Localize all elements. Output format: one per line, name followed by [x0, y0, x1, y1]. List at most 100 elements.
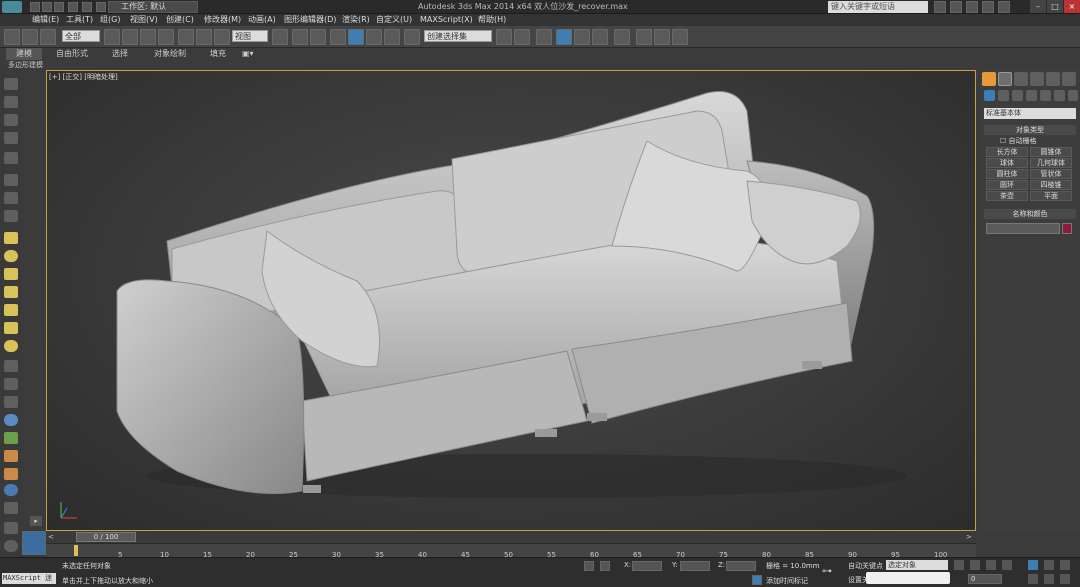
help-icon[interactable]	[998, 1, 1010, 13]
pan-icon[interactable]	[1028, 574, 1038, 584]
search-input[interactable]: 键入关键字或短语	[828, 1, 928, 13]
reference-coord-dropdown[interactable]: 视图	[232, 30, 268, 42]
geosphere-button[interactable]: 几何球体	[1030, 158, 1072, 168]
cone-button[interactable]: 圆锥体	[1030, 147, 1072, 157]
lights-icon[interactable]	[1012, 90, 1023, 101]
bone-icon[interactable]	[4, 396, 18, 408]
spacewarps-icon[interactable]	[1054, 90, 1065, 101]
percent-snap-icon[interactable]	[366, 29, 382, 45]
pivot-center-icon[interactable]	[272, 29, 288, 45]
utilities-tab-icon[interactable]	[1062, 72, 1076, 86]
close-button[interactable]: ×	[1064, 0, 1080, 13]
app-logo-icon[interactable]	[2, 1, 22, 13]
perspective-viewport[interactable]: [+] [正交] [明暗处理]	[46, 70, 976, 531]
auto-key-button[interactable]: 自动关键点	[848, 561, 883, 571]
mirror-icon[interactable]	[496, 29, 512, 45]
cylinder-button[interactable]: 圆柱体	[986, 169, 1028, 179]
window-crossing-icon[interactable]	[158, 29, 174, 45]
named-selection-dropdown[interactable]: 创建选择集	[424, 30, 492, 42]
maximize-button[interactable]: □	[1047, 0, 1063, 13]
menu-create[interactable]: 创建(C)	[166, 14, 194, 26]
next-frame-icon[interactable]	[1002, 560, 1012, 570]
ribbon-tab-selection[interactable]: 选择	[112, 48, 128, 60]
category-dropdown[interactable]: 标准基本体	[984, 108, 1076, 119]
menu-views[interactable]: 视图(V)	[130, 14, 158, 26]
time-tag-icon[interactable]	[752, 575, 762, 585]
teapot-icon[interactable]	[4, 484, 18, 496]
shapes-icon[interactable]	[998, 90, 1009, 101]
biped-icon[interactable]	[4, 450, 18, 462]
zoom-all-icon[interactable]	[1044, 560, 1054, 570]
rotate-icon[interactable]	[196, 29, 212, 45]
container-icon[interactable]	[4, 78, 18, 90]
favorites-icon[interactable]	[982, 1, 994, 13]
settings-icon[interactable]	[4, 522, 18, 534]
cameras-icon[interactable]	[1026, 90, 1037, 101]
workspace-dropdown[interactable]: 工作区: 默认	[108, 1, 198, 13]
menu-customize[interactable]: 自定义(U)	[376, 14, 412, 26]
material-editor-icon[interactable]	[614, 29, 630, 45]
menu-rendering[interactable]: 渲染(R)	[342, 14, 370, 26]
modify-tab-icon[interactable]	[998, 72, 1012, 86]
ime-toolbar[interactable]	[866, 572, 950, 584]
torus-icon[interactable]	[4, 286, 18, 298]
object-name-input[interactable]	[986, 223, 1060, 234]
ribbon-options-icon[interactable]: ▣▾	[242, 48, 254, 60]
time-slider-thumb[interactable]: 0 / 100	[76, 532, 136, 542]
render-setup-icon[interactable]	[636, 29, 652, 45]
create-tab-icon[interactable]	[982, 72, 996, 86]
ribbon-sub-label[interactable]: 多边形建模	[8, 60, 43, 70]
schematic-view-icon[interactable]	[592, 29, 608, 45]
geosphere-icon[interactable]	[4, 322, 18, 334]
object-color-swatch[interactable]	[1062, 223, 1072, 234]
zoom-extents-icon[interactable]	[1060, 560, 1070, 570]
spinner-snap-icon[interactable]	[384, 29, 400, 45]
torus-button[interactable]: 圆环	[986, 180, 1028, 190]
lock-icon[interactable]	[584, 561, 594, 571]
undo-icon[interactable]	[68, 2, 78, 12]
ribbon-tab-modeling[interactable]: 建模	[6, 48, 42, 60]
explorer-icon[interactable]	[4, 96, 18, 108]
menu-maxscript[interactable]: MAXScript(X)	[420, 14, 473, 26]
edit-named-sets-icon[interactable]	[404, 29, 420, 45]
system-icon[interactable]	[4, 210, 18, 222]
helpers-icon[interactable]	[1040, 90, 1051, 101]
object-type-rollout[interactable]: 对象类型	[984, 125, 1076, 135]
grid-icon[interactable]	[4, 132, 18, 144]
ribbon-tab-object-paint[interactable]: 对象绘制	[154, 48, 186, 60]
box-button[interactable]: 长方体	[986, 147, 1028, 157]
select-manipulate-icon[interactable]	[292, 29, 308, 45]
prev-frame-icon[interactable]	[970, 560, 980, 570]
layer-manager-icon[interactable]	[536, 29, 552, 45]
add-time-tag-button[interactable]: 添加时间标记	[766, 576, 808, 586]
name-color-rollout[interactable]: 名称和颜色	[984, 209, 1076, 219]
menu-graph-editors[interactable]: 图形编辑器(D)	[284, 14, 336, 26]
key-filter-dropdown[interactable]: 选定对象	[886, 560, 948, 570]
plane-button[interactable]: 平面	[1030, 191, 1072, 201]
globe-icon[interactable]	[4, 414, 18, 426]
search-icon[interactable]	[934, 1, 946, 13]
tube-icon[interactable]	[4, 340, 18, 352]
layer-explorer-icon[interactable]	[4, 114, 18, 126]
select-object-icon[interactable]	[104, 29, 120, 45]
keyboard-shortcut-icon[interactable]	[310, 29, 326, 45]
angle-snap-icon[interactable]	[348, 29, 364, 45]
sphere-button[interactable]: 球体	[986, 158, 1028, 168]
save-file-icon[interactable]	[54, 2, 64, 12]
teapot-button[interactable]: 茶壶	[986, 191, 1028, 201]
maxscript-listener-input[interactable]: MAXScript 迷	[2, 573, 56, 584]
curve-editor-icon[interactable]	[574, 29, 590, 45]
scale-icon[interactable]	[214, 29, 230, 45]
menu-group[interactable]: 组(G)	[100, 14, 120, 26]
open-file-icon[interactable]	[42, 2, 52, 12]
foliage-icon[interactable]	[4, 432, 18, 444]
calculator-icon[interactable]	[4, 502, 18, 514]
goto-start-icon[interactable]	[954, 560, 964, 570]
orbit-icon[interactable]	[1044, 574, 1054, 584]
snap-toggle-icon[interactable]	[330, 29, 346, 45]
new-file-icon[interactable]	[30, 2, 40, 12]
play-icon[interactable]	[986, 560, 996, 570]
sphere-icon[interactable]	[4, 250, 18, 262]
light-icon[interactable]	[4, 152, 18, 164]
subscription-icon[interactable]	[950, 1, 962, 13]
